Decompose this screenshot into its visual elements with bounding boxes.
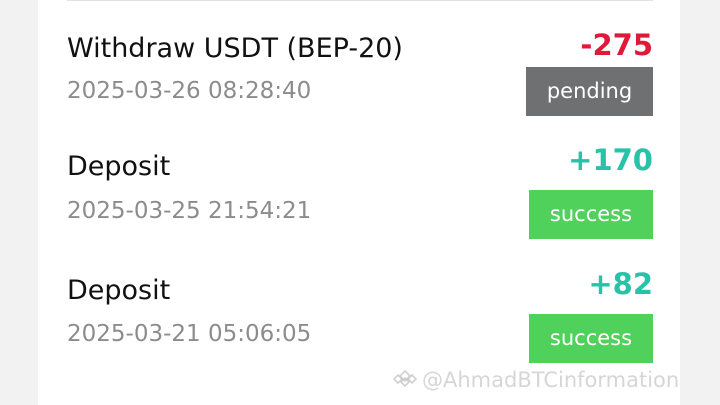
transaction-row[interactable]: Deposit 2025-03-25 21:54:21 +170 success: [67, 143, 653, 253]
transaction-row[interactable]: Withdraw USDT (BEP-20) 2025-03-26 08:28:…: [67, 28, 653, 138]
transaction-timestamp: 2025-03-26 08:28:40: [67, 78, 312, 104]
transaction-row[interactable]: Deposit 2025-03-21 05:06:05 +82 success: [67, 267, 653, 377]
watermark: @AhmadBTCinformation: [392, 368, 679, 394]
transaction-amount: +170: [568, 143, 653, 177]
status-badge: pending: [526, 67, 653, 116]
binance-square-logo-icon: [392, 369, 418, 394]
status-badge: success: [529, 314, 653, 363]
transaction-title: Deposit: [67, 275, 171, 306]
divider: [67, 0, 653, 1]
status-badge: success: [529, 190, 653, 239]
transaction-timestamp: 2025-03-21 05:06:05: [67, 321, 312, 347]
transaction-title: Deposit: [67, 151, 171, 182]
watermark-text: @AhmadBTCinformation: [422, 368, 680, 392]
transaction-amount: +82: [588, 267, 653, 301]
transaction-title: Withdraw USDT (BEP-20): [67, 33, 403, 64]
transaction-timestamp: 2025-03-25 21:54:21: [67, 198, 312, 224]
transaction-amount: -275: [580, 28, 653, 62]
